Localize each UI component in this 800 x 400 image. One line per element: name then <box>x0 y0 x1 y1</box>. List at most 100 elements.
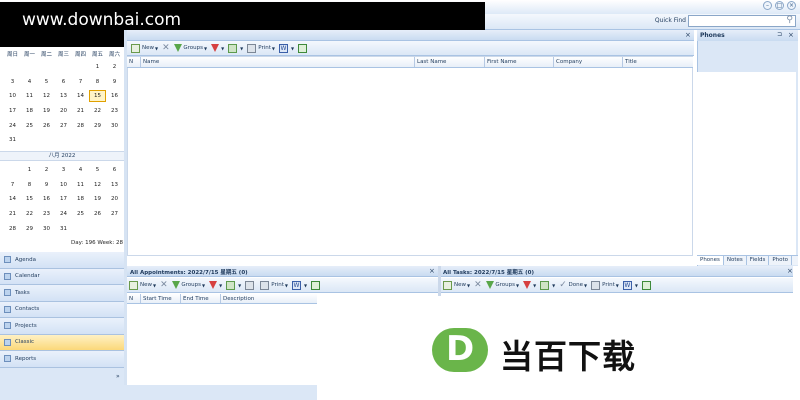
calendar-day[interactable]: 17 <box>4 108 21 114</box>
calendar-day[interactable]: 29 <box>89 123 106 129</box>
tree-button[interactable]: ▼ <box>228 43 243 53</box>
calendar-day[interactable]: 19 <box>38 108 55 114</box>
calendar-day[interactable]: 2 <box>106 64 123 70</box>
column-header[interactable]: Name <box>141 57 415 67</box>
calendar-day[interactable]: 7 <box>72 79 89 85</box>
excel-export-button[interactable] <box>298 43 309 53</box>
minimize-button[interactable]: – <box>763 1 772 10</box>
nav-item-agenda[interactable]: Agenda <box>0 252 124 269</box>
calendar-day[interactable]: 1 <box>21 167 38 173</box>
groups-button[interactable]: Groups ▼ <box>171 281 205 289</box>
new-button[interactable]: New ▼ <box>131 43 158 53</box>
calendar-day[interactable]: 12 <box>89 182 106 188</box>
search-icon[interactable]: ⚲ <box>786 15 793 25</box>
groups-button[interactable]: Groups ▼ <box>173 44 207 52</box>
nav-more-button[interactable]: » <box>116 373 120 380</box>
tab-fields[interactable]: Fields <box>747 256 770 265</box>
calendar-day[interactable]: 4 <box>21 79 38 85</box>
print-button[interactable]: Print ▼ <box>591 280 619 290</box>
new-button[interactable]: New ▼ <box>129 280 156 290</box>
column-header[interactable]: Description <box>221 294 317 303</box>
calendar-day[interactable]: 16 <box>38 196 55 202</box>
calendar-day[interactable]: 29 <box>21 226 38 232</box>
tasks-close-button[interactable]: × <box>787 267 793 275</box>
calendar-day[interactable]: 12 <box>38 93 55 99</box>
calendar-day[interactable]: 14 <box>4 196 21 202</box>
print-button[interactable]: Print ▼ <box>260 280 288 290</box>
calendar-day[interactable]: 24 <box>55 211 72 217</box>
calendar-day[interactable]: 26 <box>89 211 106 217</box>
calendar-day[interactable]: 11 <box>72 182 89 188</box>
calendar-day[interactable]: 3 <box>55 167 72 173</box>
calendar-day[interactable]: 24 <box>4 123 21 129</box>
calendar-day[interactable]: 25 <box>72 211 89 217</box>
word-export-button[interactable]: W ▼ <box>622 280 638 290</box>
calendar-day[interactable]: 7 <box>4 182 21 188</box>
quick-find-input[interactable] <box>688 15 796 27</box>
tab-photo[interactable]: Photo <box>769 256 793 265</box>
filter-button[interactable]: ▼ <box>209 281 222 289</box>
calendar-day[interactable]: 22 <box>21 211 38 217</box>
calendar-day[interactable]: 21 <box>4 211 21 217</box>
filter-button[interactable]: ▼ <box>523 281 536 289</box>
delete-icon[interactable]: ✕ <box>160 280 168 290</box>
tab-phones[interactable]: Phones <box>697 256 724 265</box>
calendar-day[interactable]: 5 <box>89 167 106 173</box>
calendar-day[interactable]: 28 <box>72 123 89 129</box>
calendar-day[interactable]: 8 <box>21 182 38 188</box>
calendar-day[interactable]: 30 <box>106 123 123 129</box>
column-header[interactable]: Last Name <box>415 57 485 67</box>
column-header[interactable]: First Name <box>485 57 554 67</box>
print-button[interactable]: Print ▼ <box>247 43 275 53</box>
delete-icon[interactable]: ✕ <box>474 280 482 290</box>
pin-icon[interactable]: ⊐ <box>777 31 782 38</box>
contacts-close-button[interactable]: × <box>685 31 691 39</box>
column-header[interactable]: Title <box>623 57 691 67</box>
word-export-button[interactable]: W ▼ <box>278 43 294 53</box>
calendar-view-button[interactable] <box>245 280 256 290</box>
calendar-day[interactable]: 31 <box>55 226 72 232</box>
calendar-day[interactable]: 6 <box>55 79 72 85</box>
calendar-day[interactable]: 2 <box>38 167 55 173</box>
nav-item-tasks[interactable]: Tasks <box>0 285 124 302</box>
calendar-day[interactable]: 18 <box>21 108 38 114</box>
nav-item-contacts[interactable]: Contacts <box>0 301 124 318</box>
done-button[interactable]: ✓ Done ▼ <box>559 280 587 290</box>
appointments-close-button[interactable]: × <box>429 267 435 275</box>
calendar-day[interactable]: 13 <box>55 93 72 99</box>
groups-button[interactable]: Groups ▼ <box>485 281 519 289</box>
calendar-day[interactable]: 28 <box>4 226 21 232</box>
tree-button[interactable]: ▼ <box>540 280 555 290</box>
calendar-day[interactable]: 30 <box>38 226 55 232</box>
calendar-day[interactable]: 10 <box>4 93 21 99</box>
calendar-day[interactable]: 15 <box>21 196 38 202</box>
nav-item-calendar[interactable]: Calendar <box>0 268 124 285</box>
phones-close-button[interactable]: × <box>788 31 794 39</box>
calendar-day[interactable]: 23 <box>38 211 55 217</box>
calendar-day[interactable]: 25 <box>21 123 38 129</box>
new-button[interactable]: New ▼ <box>443 280 470 290</box>
column-header[interactable]: N <box>127 294 141 303</box>
contacts-grid[interactable] <box>127 56 693 256</box>
maximize-button[interactable]: □ <box>775 1 784 10</box>
calendar-day[interactable]: 10 <box>55 182 72 188</box>
calendar-day[interactable]: 16 <box>106 93 123 99</box>
calendar-day[interactable]: 3 <box>4 79 21 85</box>
calendar-day[interactable]: 20 <box>55 108 72 114</box>
calendar-day[interactable]: 9 <box>106 79 123 85</box>
calendar-day[interactable]: 17 <box>55 196 72 202</box>
calendar-day[interactable]: 9 <box>38 182 55 188</box>
calendar-day[interactable]: 21 <box>72 108 89 114</box>
nav-item-projects[interactable]: Projects <box>0 318 124 335</box>
calendar-day[interactable]: 19 <box>89 196 106 202</box>
nav-item-reports[interactable]: Reports <box>0 351 124 368</box>
calendar-day[interactable]: 6 <box>106 167 123 173</box>
calendar-day[interactable]: 18 <box>72 196 89 202</box>
calendar-day[interactable]: 20 <box>106 196 123 202</box>
calendar-day[interactable]: 8 <box>89 79 106 85</box>
calendar-day[interactable]: 27 <box>55 123 72 129</box>
calendar-day[interactable]: 14 <box>72 93 89 99</box>
column-header[interactable]: Company <box>554 57 623 67</box>
calendar-day[interactable]: 5 <box>38 79 55 85</box>
calendar-day[interactable]: 31 <box>4 137 21 143</box>
